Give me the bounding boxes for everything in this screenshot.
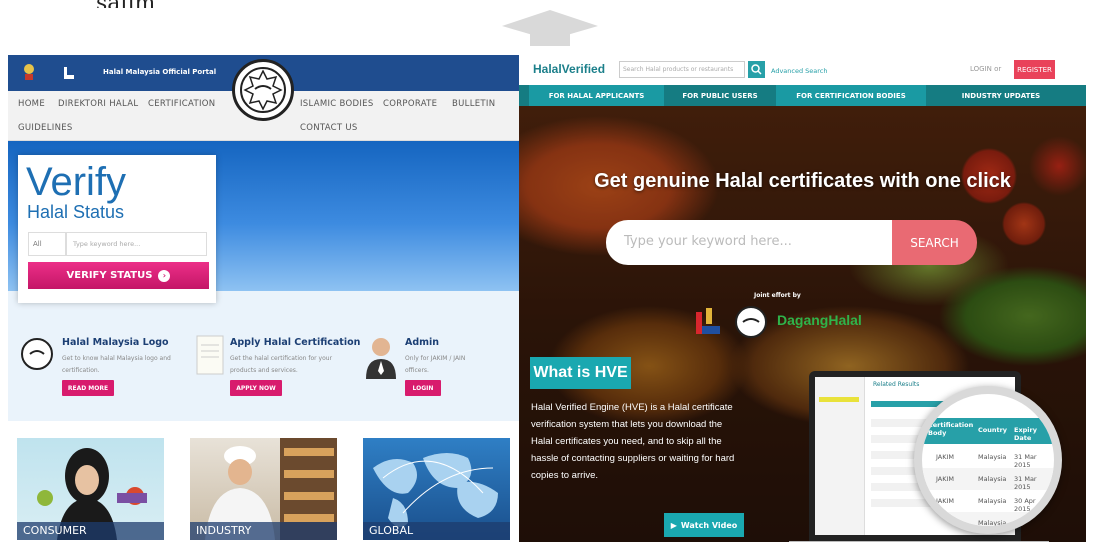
verify-category-select[interactable]: All [28, 232, 66, 256]
nav-for-certification-bodies[interactable]: FOR CERTIFICATION BODIES [776, 85, 926, 106]
play-icon: ▶ [670, 520, 677, 530]
feature-title-apply: Apply Halal Certification [230, 337, 361, 348]
register-button[interactable]: REGISTER [1014, 60, 1055, 79]
nav-for-halal-applicants[interactable]: FOR HALAL APPLICANTS [529, 85, 664, 106]
nav-for-public-users[interactable]: FOR PUBLIC USERS [664, 85, 776, 106]
halal-seal-icon [240, 67, 286, 113]
consumer-tile[interactable]: CONSUMER [17, 438, 164, 540]
portal-title: Halal Malaysia Official Portal [103, 68, 217, 76]
daganghalal-logo: DagangHalal [777, 312, 862, 328]
industry-tile-label: INDUSTRY [190, 522, 337, 540]
consumer-tile-label: CONSUMER [17, 522, 164, 540]
hve-hero-food-background: Get genuine Halal certificates with one … [519, 106, 1086, 542]
result-row: JAKIM Malaysia 31 Mar 2015 [922, 446, 1054, 469]
halal-verified-engine-screenshot: HalalVerified Search Halal products or r… [519, 55, 1086, 542]
what-is-hve-description: Halal Verified Engine (HVE) is a Halal c… [531, 402, 735, 481]
cropped-heading-text: salim [96, 0, 155, 8]
watch-video-label: Watch Video [680, 520, 738, 530]
verify-keyword-input[interactable]: Type keyword here... [66, 232, 207, 256]
halal-malaysia-portal-screenshot: Halal Malaysia Official Portal HOME DIRE… [8, 55, 519, 542]
halal-seal-logo[interactable] [232, 59, 294, 121]
nav-direktori-halal[interactable]: DIREKTORI HALAL [58, 99, 138, 109]
certificate-document-icon [196, 335, 224, 375]
nav-islamic-bodies[interactable]: ISLAMIC BODIES [300, 99, 374, 109]
what-is-hve-title: What is HVE [530, 357, 631, 389]
watch-video-button[interactable]: ▶ Watch Video [664, 513, 744, 537]
admin-login-button[interactable]: LOGIN [405, 380, 441, 396]
hve-header: HalalVerified Search Halal products or r… [519, 55, 1086, 85]
global-tile[interactable]: GLOBAL [363, 438, 510, 540]
row-country: Malaysia [978, 497, 1007, 505]
nav-home[interactable]: HOME [18, 99, 45, 109]
related-results-heading: Related Results [873, 381, 920, 388]
feature-title-halal-logo: Halal Malaysia Logo [62, 337, 169, 348]
industry-tile[interactable]: INDUSTRY [190, 438, 337, 540]
nav-corporate[interactable]: CORPORATE [383, 99, 437, 109]
result-row: JAKIM Malaysia 31 Mar 2015 [922, 468, 1054, 491]
nav-industry-updates[interactable]: INDUSTRY UPDATES [926, 85, 1076, 106]
verify-subtitle: Halal Status [27, 202, 125, 222]
screen-sidebar-highlight [819, 397, 859, 402]
nav-certification[interactable]: CERTIFICATION [148, 99, 215, 109]
nav-guidelines[interactable]: GUIDELINES [18, 123, 73, 133]
halal-logo-icon [21, 338, 53, 370]
row-body: JAKIM [936, 475, 955, 483]
verify-halal-status-card: Verify Halal Status All Type keyword her… [18, 155, 216, 303]
global-tile-label: GLOBAL [363, 522, 510, 540]
row-country: Malaysia [978, 519, 1007, 527]
search-icon [751, 64, 762, 75]
row-expiry: 31 Mar 2015 [1014, 475, 1037, 491]
hero-headline: Get genuine Halal certificates with one … [594, 170, 1011, 192]
row-body: JAKIM [936, 519, 955, 527]
apply-now-button[interactable]: APPLY NOW [230, 380, 282, 396]
nav-contact-us[interactable]: CONTACT US [300, 123, 358, 133]
admin-user-icon [366, 338, 396, 379]
hve-logo[interactable]: HalalVerified [533, 62, 605, 76]
magnified-table-header: Certification Body Country Expiry Date [922, 418, 1054, 444]
row-body: JAKIM [936, 497, 955, 505]
col-country: Country [978, 426, 1008, 434]
hve-main-nav: FOR HALAL APPLICANTS FOR PUBLIC USERS FO… [519, 85, 1086, 106]
advanced-search-link[interactable]: Advanced Search [771, 67, 828, 75]
result-row: JAKIM Malaysia 30 Apr 2015 [922, 490, 1054, 513]
hero-search-input[interactable]: Type your keyword here... [606, 220, 892, 265]
read-more-button[interactable]: READ MORE [62, 380, 114, 396]
chevron-right-icon: › [158, 269, 171, 282]
verify-status-button[interactable]: VERIFY STATUS › [28, 262, 209, 289]
graduation-cap-icon [502, 10, 598, 46]
feature-desc-apply: Get the halal certification for your pro… [230, 355, 333, 374]
or-text: or [994, 65, 1002, 73]
verify-title: Verify [26, 160, 127, 204]
row-expiry: 30 Apr 2015 [1014, 497, 1036, 513]
row-body: JAKIM [936, 453, 955, 461]
hero-search-button[interactable]: SEARCH [892, 220, 977, 265]
col-expiry-date: Expiry Date [1014, 426, 1037, 442]
joint-effort-label: Joint effort by [754, 292, 801, 299]
malaysia-crest-icon [24, 64, 34, 80]
hve-login-link[interactable]: LOGIN or [970, 65, 1001, 73]
feature-desc-halal-logo: Get to know halal Malaysia logo and cert… [62, 355, 171, 374]
row-country: Malaysia [978, 475, 1007, 483]
col-certification-body: Certification Body [928, 421, 974, 437]
row-expiry: 31 Mar 2015 [1014, 453, 1037, 469]
nav-bulletin[interactable]: BULLETIN [452, 99, 495, 109]
hve-header-search-input[interactable]: Search Halal products or restaurants [619, 61, 745, 78]
verify-status-label: VERIFY STATUS [66, 270, 153, 281]
feature-desc-admin: Only for JAKIM / JAIN officers. [405, 355, 466, 374]
row-country: Malaysia [978, 453, 1007, 461]
magnifier-results-zoom: Certification Body Country Expiry Date J… [914, 386, 1062, 534]
hve-header-search-button[interactable] [748, 61, 765, 78]
feature-title-admin: Admin [405, 337, 440, 348]
ministry-logo-icon [64, 67, 74, 79]
hve-login-label: LOGIN [970, 65, 992, 73]
